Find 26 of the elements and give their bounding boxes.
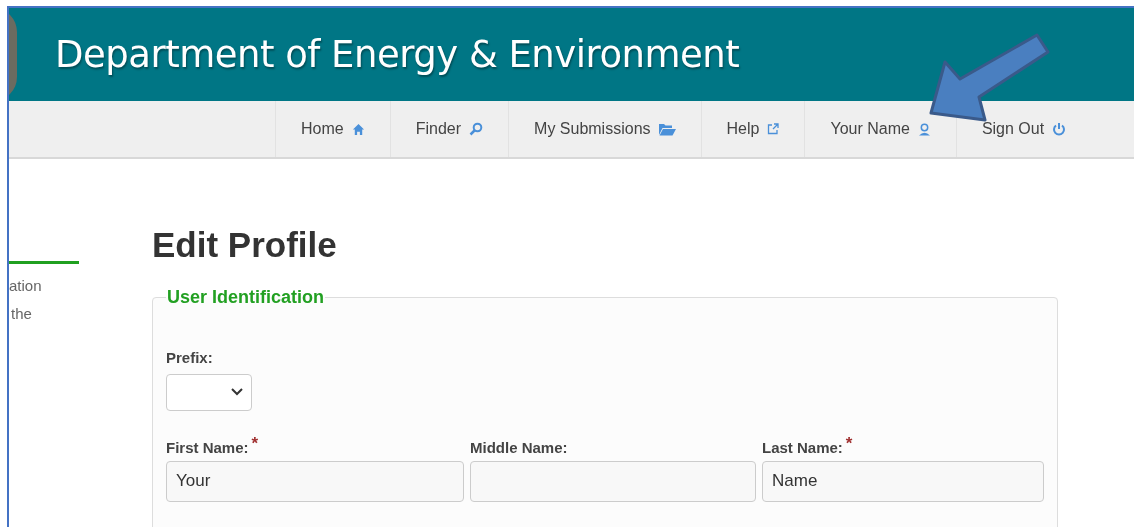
sidebar-text: ation <box>9 276 43 295</box>
nav-link[interactable]: Home <box>275 101 390 157</box>
field-label: First Name: <box>166 437 249 458</box>
field-label: Prefix: <box>166 348 214 368</box>
field-label: Middle Name: <box>470 437 568 458</box>
text-input[interactable]: Your <box>166 460 464 502</box>
prefix-select[interactable] <box>166 373 252 411</box>
search-icon <box>469 122 484 136</box>
section-legend: User Identification <box>166 287 326 307</box>
required-mark: * <box>845 436 853 451</box>
chevron-down-icon <box>231 388 243 396</box>
sidebar-text: the <box>11 304 33 323</box>
power-icon <box>1052 122 1067 136</box>
required-mark: * <box>251 436 259 451</box>
site-title: Department of Energy & Environment <box>55 31 740 78</box>
text-input[interactable]: Name <box>762 460 1044 502</box>
home-icon <box>351 122 365 136</box>
folder-icon <box>658 122 676 136</box>
nav-link[interactable]: Help <box>700 101 805 157</box>
field-label: Last Name: <box>762 437 843 458</box>
external-link-icon <box>767 123 780 135</box>
page-heading: Edit Profile <box>152 225 338 265</box>
nav-link[interactable]: My Submissions <box>508 101 701 157</box>
nav-link[interactable]: Finder <box>389 101 509 157</box>
user-icon <box>917 122 931 136</box>
text-input[interactable] <box>470 460 756 502</box>
